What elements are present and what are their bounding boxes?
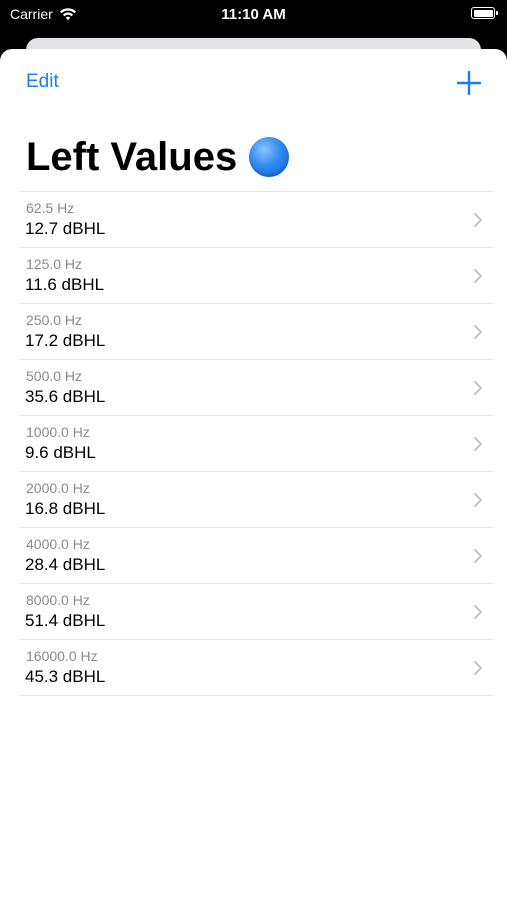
list-row[interactable]: 62.5 Hz 12.7 dBHL: [20, 192, 493, 248]
list-row[interactable]: 2000.0 Hz 16.8 dBHL: [20, 472, 493, 528]
row-frequency-label: 4000.0 Hz: [26, 536, 90, 552]
list-row[interactable]: 1000.0 Hz 9.6 dBHL: [20, 416, 493, 472]
chevron-right-icon: [474, 605, 482, 619]
list-row[interactable]: 125.0 Hz 11.6 dBHL: [20, 248, 493, 304]
chevron-right-icon: [474, 549, 482, 563]
chevron-right-icon: [474, 661, 482, 675]
chevron-right-icon: [474, 269, 482, 283]
add-button[interactable]: [456, 70, 482, 96]
row-value-label: 12.7 dBHL: [25, 219, 106, 238]
row-frequency-label: 250.0 Hz: [26, 312, 83, 328]
row-frequency-label: 2000.0 Hz: [26, 480, 90, 496]
row-value-label: 35.6 dBHL: [25, 387, 106, 406]
row-frequency-label: 62.5 Hz: [26, 200, 75, 216]
list-row[interactable]: 500.0 Hz 35.6 dBHL: [20, 360, 493, 416]
battery-icon: [471, 7, 498, 19]
row-frequency-label: 8000.0 Hz: [26, 592, 90, 608]
chevron-right-icon: [474, 493, 482, 507]
list-row[interactable]: 250.0 Hz 17.2 dBHL: [20, 304, 493, 360]
blue-circle-icon: [249, 137, 290, 177]
row-value-label: 45.3 dBHL: [25, 667, 106, 686]
navigation-bar: Edit: [0, 49, 507, 119]
row-frequency-label: 500.0 Hz: [26, 368, 83, 384]
list-row[interactable]: 8000.0 Hz 51.4 dBHL: [20, 584, 493, 640]
chevron-right-icon: [474, 437, 482, 451]
modal-sheet: Edit Left Values 62.5 Hz 12.7 dBHL 125.0 H…: [0, 49, 507, 900]
row-value-label: 28.4 dBHL: [25, 555, 106, 574]
page-title: Left Values: [26, 134, 290, 180]
row-value-label: 9.6 dBHL: [25, 443, 96, 462]
edit-button[interactable]: Edit: [26, 71, 59, 93]
list-row[interactable]: 16000.0 Hz 45.3 dBHL: [20, 640, 493, 696]
row-value-label: 51.4 dBHL: [25, 611, 106, 630]
list-row[interactable]: 4000.0 Hz 28.4 dBHL: [20, 528, 493, 584]
status-bar: Carrier 11:10 AM: [0, 0, 507, 30]
row-frequency-label: 1000.0 Hz: [26, 424, 90, 440]
row-value-label: 11.6 dBHL: [25, 275, 105, 294]
row-value-label: 17.2 dBHL: [25, 331, 106, 350]
screen: Carrier 11:10 AM Edit Left Values 62.5 H…: [0, 0, 507, 900]
chevron-right-icon: [474, 325, 482, 339]
values-list: 62.5 Hz 12.7 dBHL 125.0 Hz 11.6 dBHL 250.0 H…: [20, 191, 493, 696]
plus-icon: [456, 70, 482, 96]
chevron-right-icon: [474, 381, 482, 395]
page-title-text: Left Values: [26, 135, 238, 179]
chevron-right-icon: [474, 213, 482, 227]
row-frequency-label: 16000.0 Hz: [26, 648, 98, 664]
row-value-label: 16.8 dBHL: [25, 499, 106, 518]
row-frequency-label: 125.0 Hz: [26, 256, 83, 272]
status-time: 11:10 AM: [221, 6, 286, 23]
